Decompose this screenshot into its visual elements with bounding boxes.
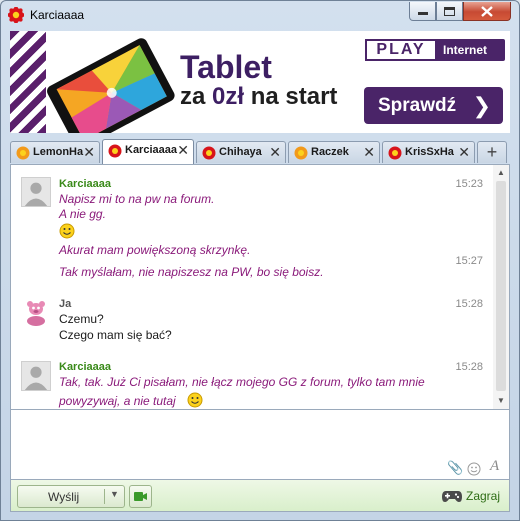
message-text: Akurat mam powiększoną skrzynkę. (59, 243, 251, 257)
message-author: Karciaaaa (59, 178, 111, 190)
tab-raczek[interactable]: Raczek ✕ (288, 141, 380, 163)
message-text: Tak myślałam, nie napiszesz na PW, bo si… (59, 265, 324, 279)
message-text: Napisz mi to na pw na forum. (59, 192, 215, 206)
message-text: Czego mam się bać? (59, 328, 172, 342)
ad-cta-button[interactable]: Sprawdź ❯ (364, 87, 503, 124)
tab-close-icon[interactable]: ✕ (83, 144, 95, 161)
smiley-emoticon-icon (187, 392, 203, 408)
action-bar: Wyślij ▼ Zagraj (10, 480, 510, 512)
tab-lemonha[interactable]: LemonHa ✕ (10, 141, 100, 163)
message-time: 15:23 (455, 178, 483, 190)
chat-scrollbar[interactable]: ▲ ▼ (493, 165, 509, 409)
message-text: A nie gg. (59, 207, 106, 221)
minimize-icon (417, 12, 428, 15)
message-author: Ja (59, 298, 72, 310)
gg-sunflower-icon (16, 146, 30, 160)
message-text: powyzywaj, a nie tutaj (59, 394, 176, 408)
tab-krissxha[interactable]: KrisSxHa ✕ (382, 141, 475, 163)
minimize-button[interactable] (409, 2, 436, 21)
gg-sunflower-icon (202, 146, 216, 160)
paperclip-icon[interactable]: 📎 (447, 460, 463, 476)
scroll-up-icon[interactable]: ▲ (493, 165, 509, 181)
message-compose-area: 📎 A (10, 410, 510, 480)
tablet-image (47, 38, 175, 133)
maximize-button[interactable] (436, 2, 463, 21)
tab-chihaya[interactable]: Chihaya ✕ (196, 141, 286, 163)
message-author: Karciaaaa (59, 361, 111, 373)
default-avatar-icon (21, 361, 51, 391)
tab-karciaaaa[interactable]: Karciaaaa ✕ (102, 139, 194, 164)
scroll-down-icon[interactable]: ▼ (493, 393, 509, 409)
tab-close-icon[interactable]: ✕ (363, 144, 375, 161)
ad-headline: Tablet (180, 49, 272, 85)
ad-banner[interactable]: Tablet za 0zł na start PLAY Internet Spr… (10, 31, 510, 133)
maximize-icon (444, 6, 455, 16)
chevron-right-icon: ❯ (472, 93, 491, 118)
gg-sunflower-icon (8, 7, 24, 23)
conversation-tabs: LemonHa ✕ Karciaaaa ✕ Chihaya ✕ Raczek ✕… (10, 139, 510, 164)
font-icon[interactable]: A (490, 458, 499, 475)
pink-panther-avatar-icon (21, 297, 51, 327)
gg-sunflower-icon (388, 146, 402, 160)
send-divider (104, 489, 105, 504)
play-internet-logo: PLAY Internet (365, 39, 505, 61)
tab-close-icon[interactable]: ✕ (177, 142, 189, 159)
ad-subline: za 0zł na start (180, 83, 338, 110)
window-title: Karciaaaa (30, 8, 85, 22)
message-input[interactable] (11, 410, 509, 460)
video-call-button[interactable] (129, 485, 152, 508)
tab-close-icon[interactable]: ✕ (458, 144, 470, 161)
scroll-thumb[interactable] (496, 181, 506, 391)
tab-close-icon[interactable]: ✕ (269, 144, 281, 161)
gg-sunflower-icon (294, 146, 308, 160)
message-text: Czemu? (59, 312, 104, 326)
messenger-window: Karciaaaa Tablet za 0zł na start PLAY In… (0, 0, 520, 521)
message-time: 15:28 (455, 361, 483, 373)
ad-price: 0zł (212, 83, 245, 110)
chevron-down-icon[interactable]: ▼ (110, 489, 119, 499)
close-button[interactable] (463, 2, 511, 21)
close-icon (481, 5, 493, 17)
message-time: 15:27 (455, 255, 483, 267)
title-bar[interactable]: Karciaaaa (1, 1, 519, 29)
default-avatar-icon (21, 177, 51, 207)
chat-log[interactable]: Karciaaaa 15:23 Napisz mi to na pw na fo… (10, 164, 510, 410)
gamepad-icon (442, 491, 462, 502)
smiley-icon[interactable] (467, 462, 481, 476)
send-button[interactable]: Wyślij ▼ (17, 485, 125, 508)
message-text: Tak, tak. Już Ci pisałam, nie łącz mojeg… (59, 375, 425, 389)
internet-label: Internet (443, 43, 488, 57)
add-tab-button[interactable]: + (477, 141, 507, 163)
play-logo: PLAY (365, 39, 437, 61)
gg-sunflower-icon (108, 144, 122, 158)
video-camera-icon (134, 492, 147, 501)
play-game-button[interactable]: Zagraj (441, 487, 501, 505)
message-time: 15:28 (455, 298, 483, 310)
smiley-emoticon-icon (59, 223, 75, 239)
